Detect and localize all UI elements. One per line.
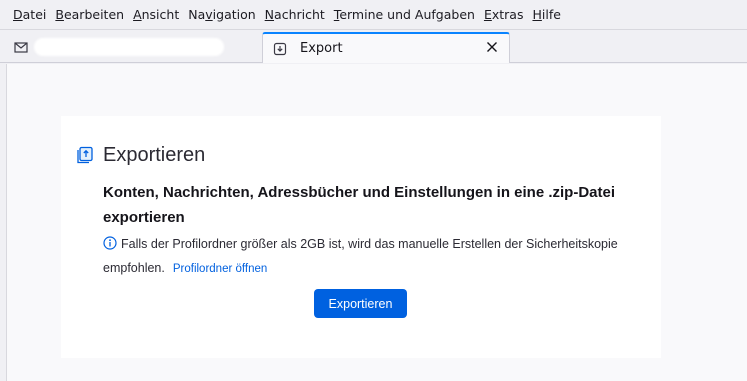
tab-export[interactable]: Export [262, 32, 510, 63]
export-card: Exportieren Konten, Nachrichten, Adressb… [61, 116, 661, 358]
redacted-tab-title [34, 38, 224, 56]
tab-label: Export [300, 41, 343, 56]
menu-bearbeiten[interactable]: Bearbeiten [55, 7, 124, 22]
menu-hilfe[interactable]: Hilfe [532, 7, 560, 22]
tab-mail[interactable] [14, 33, 254, 61]
mail-icon [14, 40, 28, 54]
card-title: Exportieren [103, 144, 206, 166]
info-row: Falls der Profilordner größer als 2GB is… [103, 232, 623, 281]
menu-navigation[interactable]: Navigation [188, 7, 255, 22]
menu-bar: Datei Bearbeiten Ansicht Navigation Nach… [0, 0, 747, 30]
close-icon[interactable] [485, 40, 499, 54]
export-profile-icon [76, 146, 95, 165]
export-heading: Konten, Nachrichten, Adressbücher und Ei… [103, 184, 616, 226]
tab-strip: Export [0, 30, 747, 63]
content-area: Exportieren Konten, Nachrichten, Adressb… [6, 64, 747, 381]
menu-ansicht[interactable]: Ansicht [133, 7, 179, 22]
menu-extras[interactable]: Extras [484, 7, 524, 22]
card-header: Exportieren [76, 144, 205, 167]
export-icon [272, 41, 288, 57]
menu-datei[interactable]: Datei [13, 7, 46, 22]
info-icon [103, 234, 117, 250]
export-button[interactable]: Exportieren [314, 289, 407, 318]
menu-nachricht[interactable]: Nachricht [265, 7, 325, 22]
menu-termine-und-aufgaben[interactable]: Termine und Aufgaben [334, 7, 475, 22]
open-profile-folder-link[interactable]: Profilordner öffnen [173, 263, 267, 275]
